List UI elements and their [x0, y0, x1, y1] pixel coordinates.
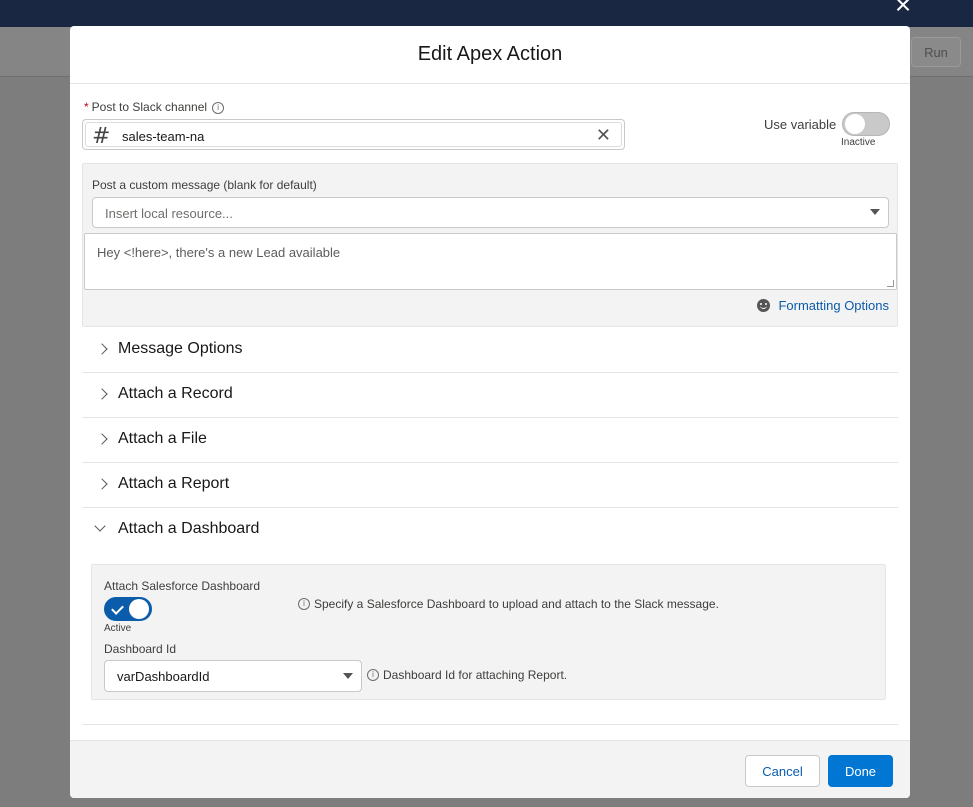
chevron-right-icon — [96, 388, 108, 400]
resize-handle-icon[interactable] — [887, 280, 894, 287]
dashboard-id-label: Dashboard Id — [104, 642, 177, 656]
section-label: Attach a Dashboard — [118, 520, 260, 537]
modal-title: Edit Apex Action — [417, 43, 563, 65]
formatting-options-link[interactable]: Formatting Options — [757, 298, 889, 313]
modal-footer: Cancel Done — [70, 740, 910, 798]
required-marker: * — [84, 100, 89, 114]
caret-down-icon — [870, 209, 880, 215]
attach-dashboard-state: Active — [104, 623, 132, 634]
channel-label-text: Post to Slack channel — [91, 100, 208, 114]
chevron-down-icon — [94, 520, 106, 532]
section-label: Message Options — [118, 340, 243, 357]
divider — [82, 724, 898, 725]
check-icon — [111, 602, 124, 615]
dashboard-id-value: varDashboardId — [117, 669, 210, 684]
hash-icon: # — [92, 124, 111, 149]
dashboard-panel: Attach Salesforce Dashboard Active i Spe… — [91, 564, 886, 700]
use-variable-label: Use variable — [764, 117, 837, 132]
info-icon: i — [298, 598, 310, 610]
smiley-icon — [757, 299, 771, 312]
section-label: Attach a Report — [118, 475, 230, 492]
app-header-bar — [0, 0, 973, 27]
toggle-knob — [845, 114, 865, 134]
section-attach-report[interactable]: Attach a Report — [82, 463, 898, 508]
attach-dashboard-toggle[interactable] — [104, 597, 152, 621]
formatting-options-label: Formatting Options — [778, 298, 889, 313]
use-variable-toggle[interactable] — [842, 112, 890, 136]
cancel-button[interactable]: Cancel — [745, 755, 820, 787]
custom-message-label: Post a custom message (blank for default… — [92, 178, 317, 192]
dashboard-id-help-text: Dashboard Id for attaching Report. — [383, 668, 568, 682]
chevron-right-icon — [96, 343, 108, 355]
run-button[interactable]: Run — [911, 37, 961, 67]
toggle-knob — [129, 599, 149, 619]
section-label: Attach a File — [118, 430, 207, 447]
channel-field-label: * Post to Slack channel i — [84, 100, 225, 114]
custom-message-panel: Post a custom message (blank for default… — [82, 163, 898, 327]
attach-dashboard-help: i Specify a Salesforce Dashboard to uplo… — [298, 597, 719, 611]
attach-dashboard-help-text: Specify a Salesforce Dashboard to upload… — [314, 597, 719, 611]
channel-pill: # sales-team-na ✕ — [85, 122, 622, 149]
section-attach-file[interactable]: Attach a File — [82, 418, 898, 463]
info-icon[interactable]: i — [212, 101, 225, 114]
dashboard-id-select[interactable]: varDashboardId — [104, 660, 362, 692]
section-attach-record[interactable]: Attach a Record — [82, 373, 898, 418]
message-textarea[interactable]: Hey <!here>, there's a new Lead availabl… — [84, 233, 897, 290]
attach-dashboard-label: Attach Salesforce Dashboard — [104, 579, 261, 593]
caret-down-icon — [343, 673, 353, 679]
section-attach-dashboard[interactable]: Attach a Dashboard — [82, 508, 898, 553]
clear-icon[interactable]: ✕ — [596, 126, 611, 146]
modal-header: Edit Apex Action — [70, 26, 910, 84]
use-variable-state: Inactive — [841, 137, 876, 148]
chevron-right-icon — [96, 478, 108, 490]
dashboard-id-help: i Dashboard Id for attaching Report. — [367, 668, 567, 682]
close-icon[interactable]: × — [890, 0, 916, 19]
channel-input[interactable]: # sales-team-na ✕ — [82, 119, 625, 150]
edit-apex-action-modal: Edit Apex Action * Post to Slack channel i… — [70, 26, 910, 798]
channel-value: sales-team-na — [122, 129, 205, 144]
chevron-right-icon — [96, 433, 108, 445]
info-icon: i — [367, 669, 379, 681]
message-placeholder: Hey <!here>, there's a new Lead availabl… — [97, 245, 341, 260]
resource-placeholder: Insert local resource... — [105, 206, 233, 221]
done-button[interactable]: Done — [828, 755, 893, 787]
section-label: Attach a Record — [118, 385, 233, 402]
insert-resource-combobox[interactable]: Insert local resource... — [92, 197, 889, 228]
section-message-options[interactable]: Message Options — [82, 328, 898, 373]
